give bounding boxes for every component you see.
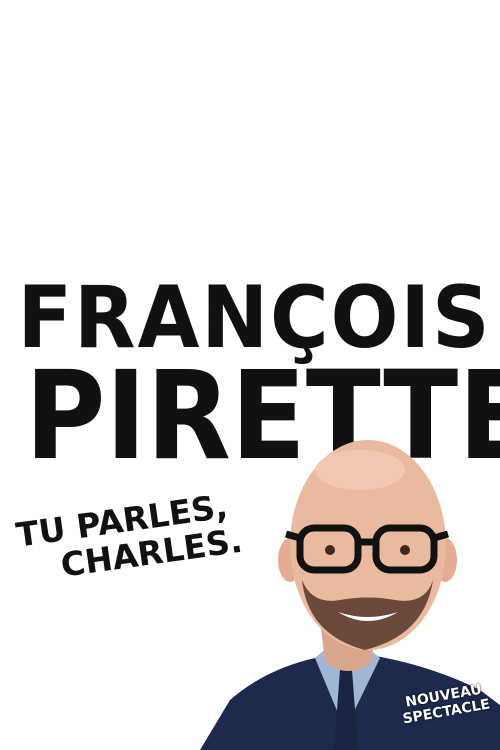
poster: FRANÇOIS PIRETTE TU PARLES, CHARLES. NOU… [0, 0, 500, 750]
left-eye [325, 545, 335, 555]
right-eye [400, 545, 410, 555]
